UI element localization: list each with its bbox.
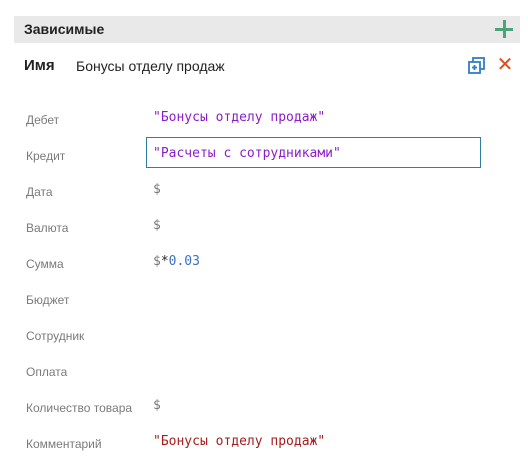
field-label: Дата xyxy=(26,185,53,199)
field-label: Сумма xyxy=(26,257,64,271)
duplicate-icon[interactable] xyxy=(467,56,487,76)
plus-icon[interactable] xyxy=(495,20,513,38)
field-value[interactable]: $ xyxy=(153,182,161,197)
name-label: Имя xyxy=(24,57,55,74)
field-debit: Дебет "Бонусы отделу продаж" xyxy=(26,107,506,131)
field-credit: Кредит "Расчеты с сотрудниками" xyxy=(26,143,506,167)
value-dollar: $ xyxy=(153,254,161,269)
field-value-input[interactable]: "Расчеты с сотрудниками" xyxy=(153,146,341,161)
name-value[interactable]: Бонусы отделу продаж xyxy=(76,58,225,74)
field-label: Комментарий xyxy=(26,437,102,451)
field-label: Валюта xyxy=(26,221,69,235)
field-label: Дебет xyxy=(26,113,60,127)
field-value[interactable]: $ xyxy=(153,218,161,233)
section-title: Зависимые xyxy=(24,21,105,37)
dependents-section-header: Зависимые xyxy=(14,16,520,43)
field-value[interactable]: $*0.03 xyxy=(153,254,200,269)
field-label: Кредит xyxy=(26,149,66,163)
field-budget: Бюджет xyxy=(26,287,506,311)
close-icon[interactable]: ✕ xyxy=(495,55,515,75)
field-employee: Сотрудник xyxy=(26,323,506,347)
value-operator: * xyxy=(160,254,169,269)
item-name-row: Имя Бонусы отделу продаж ✕ xyxy=(24,55,520,77)
field-label: Оплата xyxy=(26,365,68,379)
field-amount: Сумма $*0.03 xyxy=(26,251,506,275)
field-label: Количество товара xyxy=(26,401,133,415)
field-date: Дата $ xyxy=(26,179,506,203)
value-number: 0.03 xyxy=(168,254,200,269)
field-currency: Валюта $ xyxy=(26,215,506,239)
field-value[interactable]: "Бонусы отделу продаж" xyxy=(153,434,325,449)
field-label: Бюджет xyxy=(26,293,70,307)
field-label: Сотрудник xyxy=(26,329,85,343)
field-comment: Комментарий "Бонусы отделу продаж" xyxy=(26,431,506,455)
field-value[interactable]: $ xyxy=(153,398,161,413)
field-value[interactable]: "Бонусы отделу продаж" xyxy=(153,110,325,125)
field-quantity: Количество товара $ xyxy=(26,395,506,419)
field-payment: Оплата xyxy=(26,359,506,383)
